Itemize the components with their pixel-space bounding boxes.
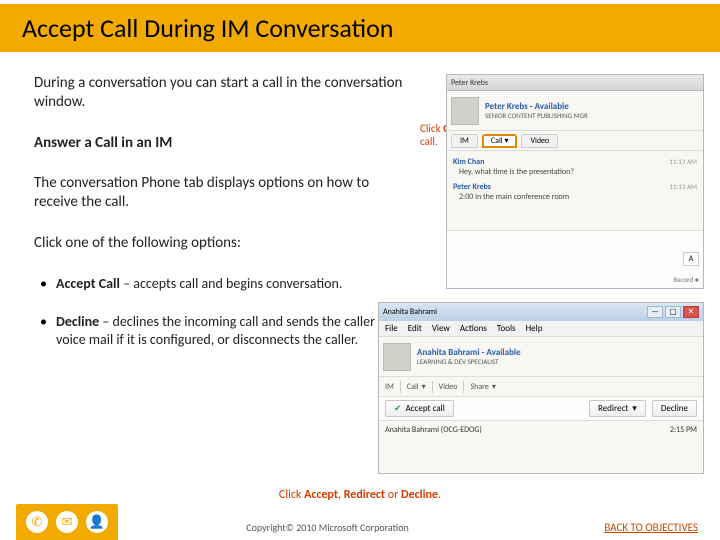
options-list: Accept Call – accepts call and begins co… — [34, 275, 414, 350]
presence-bar: Peter Krebs - Available SENIOR CONTENT P… — [447, 91, 703, 131]
option-name: Accept Call — [56, 275, 120, 292]
presence-bar: Anahita Bahrami - Available LEARNING & D… — [379, 337, 703, 377]
conversation-tabs: IM Call ▾ Video — [447, 131, 703, 151]
phone-tab-text: The conversation Phone tab displays opti… — [34, 174, 414, 212]
message-time: 11:13 AM — [669, 182, 697, 202]
option-desc: – accepts call and begins conversation. — [120, 275, 342, 292]
tab-video[interactable]: Video — [439, 382, 458, 392]
message-sender: Peter Krebs — [453, 182, 569, 192]
window-controls: — ▢ ✕ — [647, 306, 699, 318]
divider — [432, 381, 433, 393]
avatar — [451, 97, 479, 125]
menu-tools[interactable]: Tools — [497, 323, 516, 334]
maximize-button[interactable]: ▢ — [665, 306, 681, 318]
subheading: Answer a Call in an IM — [34, 134, 414, 153]
callout-bold: Accept — [304, 488, 338, 502]
slide: Accept Call During IM Conversation Durin… — [0, 4, 720, 540]
format-button[interactable]: A — [683, 252, 699, 266]
option-desc: – declines the incoming call and sends t… — [56, 313, 390, 348]
chat-icon[interactable]: ✉ — [56, 511, 78, 533]
chevron-down-icon: ▾ — [422, 382, 426, 392]
close-button[interactable]: ✕ — [683, 306, 699, 318]
call-time: 2:15 PM — [670, 425, 697, 435]
avatar — [383, 343, 411, 371]
option-name: Decline — [56, 313, 99, 330]
call-action-bar: ✔ Accept call Redirect ▾ Decline — [379, 397, 703, 421]
caller-id: Anahita Bahrami (OCG-EDOG) — [385, 425, 482, 435]
callout-accept-redirect-decline: Click Accept, Redirect or Decline. — [279, 488, 441, 502]
screenshot-call-window: Anahita Bahrami — ▢ ✕ File Edit View Act… — [378, 302, 704, 474]
phone-icon[interactable]: ✆ — [26, 511, 48, 533]
page-title: Accept Call During IM Conversation — [22, 12, 393, 44]
screenshot-im-window: Peter Krebs Peter Krebs - Available SENI… — [446, 74, 704, 289]
menu-actions[interactable]: Actions — [460, 323, 487, 334]
message-row: Peter Krebs 2:00 in the main conference … — [453, 182, 697, 202]
tab-label: Call — [491, 136, 503, 146]
divider — [400, 381, 401, 393]
tab-share[interactable]: Share ▾ — [470, 382, 495, 392]
menu-file[interactable]: File — [385, 323, 398, 334]
intro-text: During a conversation you can start a ca… — [34, 74, 414, 112]
message-body: 2:00 in the main conference room — [453, 192, 569, 202]
options-lead: Click one of the following options: — [34, 234, 414, 253]
main-content: During a conversation you can start a ca… — [34, 74, 414, 369]
callout-text: Click — [279, 488, 304, 502]
im-window-title: Peter Krebs — [451, 78, 488, 88]
record-text: Record — [673, 275, 693, 284]
callout-bold: Redirect — [344, 488, 385, 502]
message-body: Hey, what time is the presentation? — [453, 167, 574, 177]
menu-edit[interactable]: Edit — [408, 323, 422, 334]
contact-title: SENIOR CONTENT PUBLISHING MGR — [485, 112, 588, 120]
back-to-objectives-link[interactable]: BACK TO OBJECTIVES — [604, 521, 698, 534]
tab-im[interactable]: IM — [385, 382, 394, 392]
footer-icon-bar: ✆ ✉ 👤 — [16, 504, 118, 540]
callout-bold: Decline — [401, 488, 438, 502]
tab-call[interactable]: Call ▾ — [482, 134, 518, 148]
tab-label: Call — [407, 382, 419, 392]
chevron-down-icon: ▾ — [632, 403, 637, 414]
conversation-tabs: IM Call ▾ Video Share ▾ — [379, 377, 703, 397]
divider — [463, 381, 464, 393]
copyright: Copyright© 2010 Microsoft Corporation — [246, 521, 408, 534]
call-window-title: Anahita Bahrami — [383, 307, 437, 317]
callout-text: . — [438, 488, 441, 502]
list-item: Accept Call – accepts call and begins co… — [34, 275, 414, 293]
check-icon: ✔ — [394, 403, 402, 414]
accept-call-button[interactable]: ✔ Accept call — [385, 400, 454, 417]
menu-view[interactable]: View — [432, 323, 450, 334]
tab-label: Share — [470, 382, 488, 392]
list-item: Decline – declines the incoming call and… — [34, 313, 414, 349]
button-label: Redirect — [598, 403, 628, 414]
contact-title: LEARNING & DEV SPECIALIST — [417, 358, 521, 366]
tab-call[interactable]: Call ▾ — [407, 382, 426, 392]
menu-bar: File Edit View Actions Tools Help — [379, 321, 703, 337]
compose-area[interactable]: A Record ● — [447, 230, 703, 288]
decline-button[interactable]: Decline — [652, 400, 697, 417]
menu-help[interactable]: Help — [526, 323, 543, 334]
message-list: Kim Chan Hey, what time is the presentat… — [447, 151, 703, 213]
minimize-button[interactable]: — — [647, 306, 663, 318]
callout-text: or — [385, 488, 401, 502]
chevron-down-icon: ▾ — [504, 136, 508, 146]
tab-video[interactable]: Video — [521, 134, 558, 148]
chevron-down-icon: ▾ — [492, 382, 496, 392]
presence-info: Peter Krebs - Available SENIOR CONTENT P… — [485, 102, 588, 120]
im-titlebar: Peter Krebs — [447, 75, 703, 91]
presence-info: Anahita Bahrami - Available LEARNING & D… — [417, 348, 521, 366]
call-info-row: Anahita Bahrami (OCG-EDOG) 2:15 PM — [379, 421, 703, 439]
tab-im[interactable]: IM — [451, 134, 478, 148]
call-titlebar: Anahita Bahrami — ▢ ✕ — [379, 303, 703, 321]
button-label: Accept call — [406, 403, 445, 414]
message-row: Kim Chan Hey, what time is the presentat… — [453, 157, 697, 177]
redirect-button[interactable]: Redirect ▾ — [589, 400, 646, 417]
message-sender: Kim Chan — [453, 157, 574, 167]
record-label[interactable]: Record ● — [673, 275, 699, 284]
message-time: 11:13 AM — [669, 157, 697, 177]
title-band: Accept Call During IM Conversation — [0, 4, 720, 52]
callout-text: Click — [420, 122, 443, 135]
person-icon[interactable]: 👤 — [86, 511, 108, 533]
